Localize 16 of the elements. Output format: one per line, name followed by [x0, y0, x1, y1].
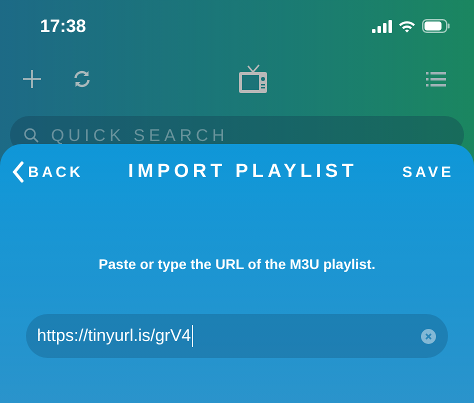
sheet-title: IMPORT PLAYLIST — [127, 161, 358, 183]
status-time: 17:38 — [40, 16, 86, 36]
refresh-icon[interactable] — [72, 69, 92, 89]
menu-icon[interactable] — [426, 71, 446, 87]
tv-icon[interactable] — [238, 64, 268, 94]
add-icon[interactable] — [22, 69, 42, 89]
instruction-text: Paste or type the URL of the M3U playlist. — [98, 256, 376, 272]
clear-icon[interactable] — [421, 328, 436, 344]
chevron-left-icon — [12, 161, 24, 183]
save-button[interactable]: SAVE — [402, 164, 454, 180]
wifi-icon — [398, 20, 416, 32]
url-field[interactable]: https://tinyurl.is/grV4 — [26, 314, 448, 358]
signal-icon — [372, 20, 392, 32]
battery-icon — [422, 19, 450, 33]
back-button[interactable]: BACK — [12, 161, 84, 183]
search-icon — [24, 128, 39, 143]
